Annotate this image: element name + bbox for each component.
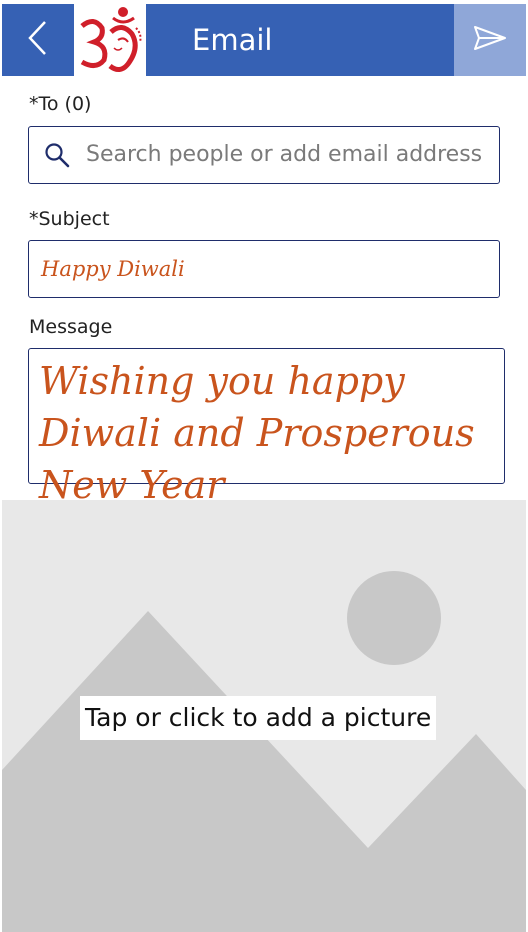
header-bar: Email (2, 4, 526, 76)
message-label: Message (29, 316, 113, 338)
email-screen: Email *To (0) Search people or add email… (2, 0, 526, 932)
add-picture-label[interactable]: Tap or click to add a picture (80, 696, 437, 740)
to-label: *To (0) (29, 93, 92, 115)
to-search-input[interactable]: Search people or add email address (28, 126, 500, 184)
subject-value: Happy Diwali (41, 257, 185, 281)
to-search-placeholder: Search people or add email address (86, 142, 483, 167)
send-button[interactable] (454, 4, 526, 76)
page-title: Email (192, 23, 273, 57)
subject-label: *Subject (29, 208, 110, 230)
message-value: Wishing you happy Diwali and Prosperous … (39, 359, 475, 507)
om-ganesha-logo (74, 4, 146, 76)
message-input[interactable]: Wishing you happy Diwali and Prosperous … (28, 348, 505, 507)
chevron-left-icon (26, 19, 50, 62)
search-icon (43, 141, 71, 174)
back-button[interactable] (2, 4, 74, 76)
send-icon (473, 25, 507, 56)
subject-input[interactable]: Happy Diwali (28, 240, 500, 298)
add-picture-area[interactable]: Tap or click to add a picture (2, 500, 526, 932)
